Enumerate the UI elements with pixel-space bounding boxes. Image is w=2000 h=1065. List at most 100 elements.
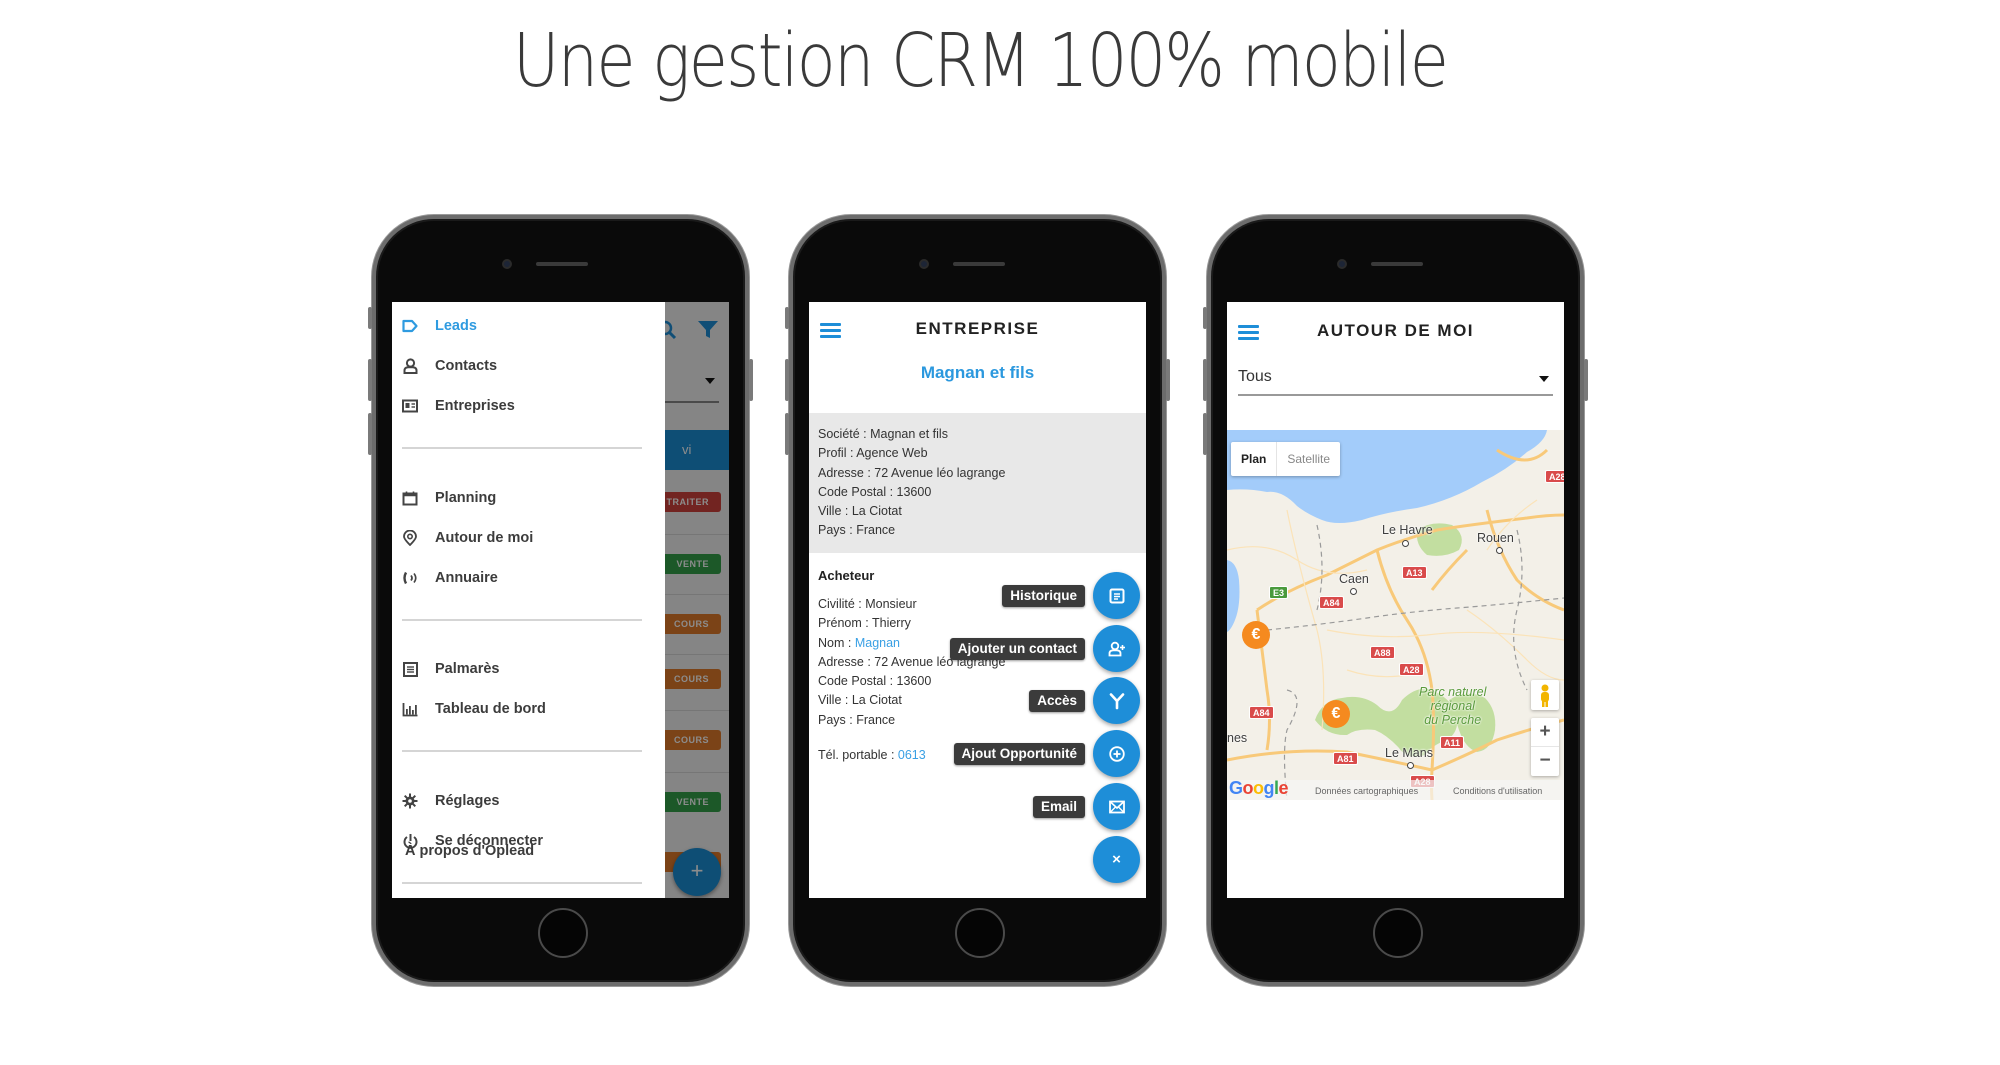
company-name: Magnan et fils <box>920 363 1035 382</box>
map-view[interactable]: Plan Satellite Le Havre Rouen Caen Le Ma… <box>1227 430 1564 800</box>
road-tag: A13 <box>1402 566 1427 579</box>
add-circle-icon[interactable] <box>1093 730 1140 777</box>
speed-dial-label: Accès <box>1029 689 1085 712</box>
road-tag: A84 <box>1319 596 1344 609</box>
id-card-icon <box>402 398 418 414</box>
drawer-item-entreprises[interactable]: Entreprises <box>402 392 515 420</box>
close-icon[interactable]: × <box>1093 836 1140 883</box>
calendar-icon <box>402 490 418 506</box>
drawer-divider <box>402 750 642 752</box>
speed-dial-label: Ajouter un contact <box>949 637 1085 660</box>
map-type-toggle: Plan Satellite <box>1231 442 1341 476</box>
drawer-item-planning[interactable]: Planning <box>402 484 496 512</box>
map-terms-link[interactable]: Conditions d'utilisation <box>1453 786 1542 796</box>
speed-dial-label: Email <box>1032 795 1085 818</box>
buyer-name-link[interactable]: Magnan <box>855 636 900 650</box>
city-dot <box>1402 540 1409 547</box>
zoom-out-button[interactable]: − <box>1531 747 1559 776</box>
speed-dial-ajout-opportunite[interactable]: Ajout Opportunité <box>953 730 1140 777</box>
tag-icon <box>402 318 418 334</box>
category-filter-select[interactable]: Tous <box>1238 364 1553 396</box>
map-footer: Google Données cartographiques Condition… <box>1227 778 1564 800</box>
speed-dial-close[interactable]: × <box>1093 836 1140 883</box>
bar-chart-icon <box>402 701 418 717</box>
mute-switch <box>368 307 372 329</box>
map-type-plan[interactable]: Plan <box>1231 442 1278 476</box>
drawer-item-label: Réglages <box>435 793 500 809</box>
drawer-item-reglages[interactable]: Réglages <box>402 787 499 815</box>
detail-row: Civilité : Monsieur <box>818 597 917 611</box>
phone-ringing-icon <box>402 570 418 586</box>
drawer-item-tableau-de-bord[interactable]: Tableau de bord <box>402 695 546 723</box>
list-icon <box>402 661 418 677</box>
map-type-satellite[interactable]: Satellite <box>1277 442 1340 476</box>
menu-screen: vi TRAITER VENTE COURS COURS COURS VENTE… <box>392 302 729 898</box>
drawer-item-annuaire[interactable]: Annuaire <box>402 564 498 592</box>
front-camera <box>502 259 512 269</box>
mobile-phone-link[interactable]: 0613 <box>898 748 926 762</box>
phone-map: AUTOUR DE MOI Tous Plan Satellite Le Hav… <box>1203 215 1588 986</box>
speed-dial-acces[interactable]: Accès <box>1029 677 1140 724</box>
detail-row: Profil : Agence Web <box>818 446 928 461</box>
speed-dial-email[interactable]: Email <box>1032 783 1140 830</box>
mobile-phone-row: Tél. portable : 0613 <box>818 748 926 762</box>
drawer-item-label: Annuaire <box>435 570 498 586</box>
phone-menu: vi TRAITER VENTE COURS COURS COURS VENTE… <box>368 215 753 986</box>
dropdown-arrow-icon <box>1539 376 1549 382</box>
detail-row: Pays : France <box>818 523 896 538</box>
screen-title: ENTREPRISE <box>915 319 1040 338</box>
drawer-divider <box>402 882 642 884</box>
drawer-item-label: Planning <box>435 490 497 506</box>
map-data-link[interactable]: Données cartographiques <box>1315 786 1418 796</box>
earpiece-speaker <box>953 262 1005 266</box>
city-label: Le Mans <box>1385 746 1433 760</box>
drawer-item-contacts[interactable]: Contacts <box>402 352 497 380</box>
screen-title: AUTOUR DE MOI <box>1316 321 1475 340</box>
add-person-icon[interactable] <box>1093 625 1140 672</box>
drawer-item-label: Leads <box>435 318 477 334</box>
location-pin-icon <box>402 530 418 546</box>
road-tag: A84 <box>1249 706 1274 719</box>
volume-down-button <box>785 413 789 455</box>
speed-dial-ajouter-contact[interactable]: Ajouter un contact <box>949 625 1140 672</box>
street-view-pegman-icon[interactable] <box>1531 680 1559 710</box>
city-label: Rouen <box>1477 531 1514 545</box>
front-camera <box>1337 259 1347 269</box>
detail-row: Société : Magnan et fils <box>818 427 948 441</box>
drawer-divider <box>402 619 642 621</box>
detail-row: Pays : France <box>818 712 896 727</box>
google-logo: Google <box>1229 778 1289 798</box>
volume-up-button <box>785 359 789 401</box>
park-label: Parc naturel régional du Perche <box>1419 685 1487 727</box>
city-label: Caen <box>1339 572 1369 586</box>
detail-row: Adresse : 72 Avenue léo lagrange <box>818 465 1006 480</box>
drawer-item-label: Entreprises <box>435 398 515 414</box>
map-marker-euro[interactable]: € <box>1242 621 1270 649</box>
power-button <box>749 359 753 401</box>
page-title: Une gestion CRM 100% mobile <box>512 18 1449 104</box>
directions-icon[interactable] <box>1093 677 1140 724</box>
drawer-item-palmares[interactable]: Palmarès <box>402 655 500 683</box>
drawer-item-about[interactable]: À propos d'Oplead <box>405 843 534 859</box>
home-button <box>955 908 1005 958</box>
speed-dial-label: Ajout Opportunité <box>953 742 1085 765</box>
email-icon[interactable] <box>1093 783 1140 830</box>
home-button <box>1373 908 1423 958</box>
speed-dial-historique[interactable]: Historique <box>1002 572 1140 619</box>
map-zoom-control: + − <box>1531 718 1559 776</box>
map-marker-euro[interactable]: € <box>1322 700 1350 728</box>
map-screen: AUTOUR DE MOI Tous Plan Satellite Le Hav… <box>1227 302 1564 898</box>
detail-row: Code Postal : 13600 <box>818 484 932 499</box>
map-tiles <box>1227 430 1564 800</box>
home-button <box>538 908 588 958</box>
zoom-in-button[interactable]: + <box>1531 718 1559 747</box>
earpiece-speaker <box>1371 262 1423 266</box>
drawer-item-label: Autour de moi <box>435 530 534 546</box>
drawer-item-autour-de-moi[interactable]: Autour de moi <box>402 524 533 552</box>
navigation-drawer: Leads Contacts Entreprises Planning Auto… <box>392 302 665 898</box>
history-icon[interactable] <box>1093 572 1140 619</box>
road-tag: A28 <box>1399 663 1424 676</box>
drawer-item-leads[interactable]: Leads <box>402 312 477 340</box>
road-tag: E3 <box>1269 586 1289 599</box>
person-icon <box>402 358 418 374</box>
